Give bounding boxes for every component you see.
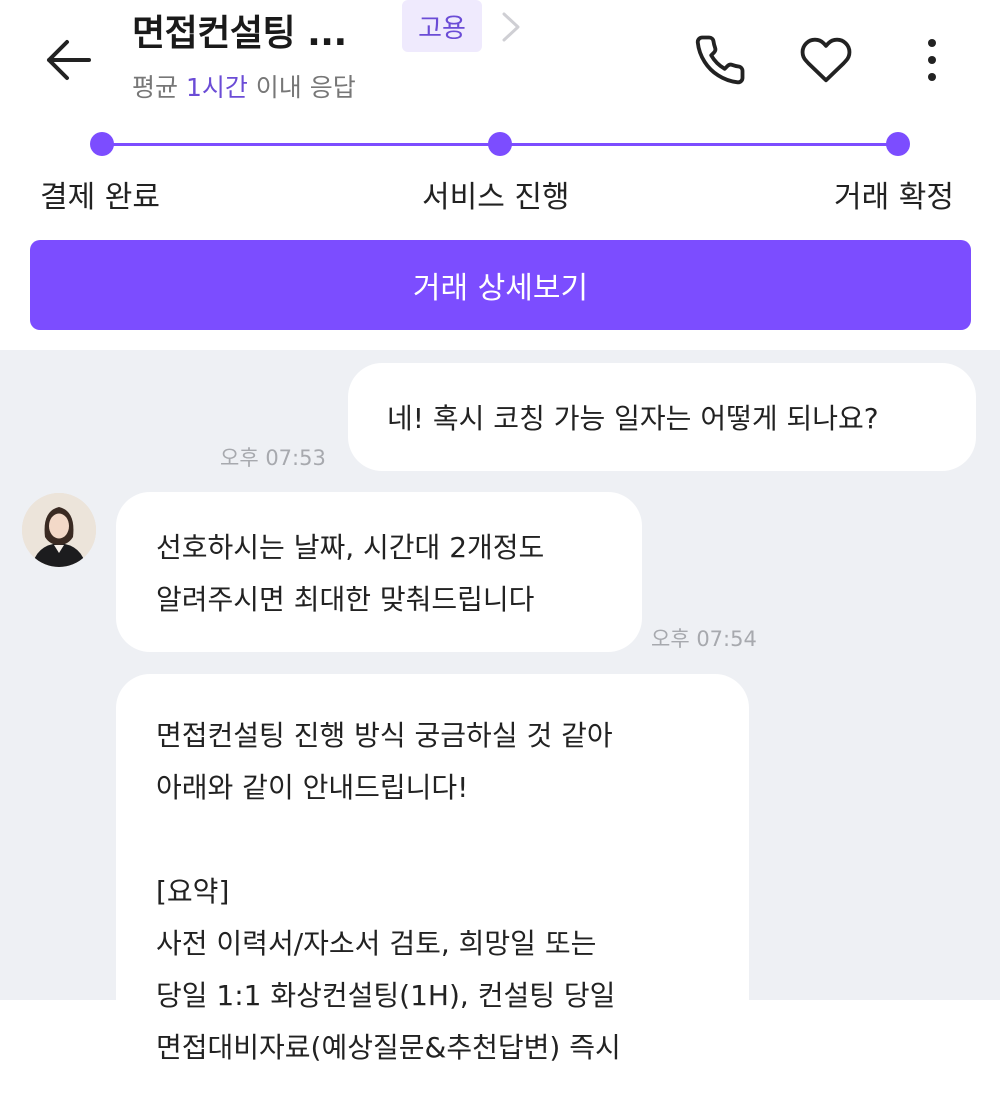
message-time: 오후 07:53 <box>220 446 326 470</box>
response-time-value: 1시간 <box>185 73 248 102</box>
step-label-confirm: 거래 확정 <box>834 180 954 215</box>
progress-dot-confirm <box>886 132 910 156</box>
response-time-prefix: 평균 <box>132 73 186 102</box>
heart-icon <box>800 37 852 83</box>
back-button[interactable] <box>38 30 98 90</box>
deal-detail-button[interactable]: 거래 상세보기 <box>30 240 971 330</box>
more-vertical-icon <box>928 39 936 81</box>
progress-dot-payment <box>90 132 114 156</box>
message-line-blank <box>156 814 749 866</box>
step-label-service: 서비스 진행 <box>422 180 570 215</box>
message-text: 네! 혹시 코칭 가능 일자는 어떻게 되나요? <box>387 402 879 435</box>
status-badge: 고용 <box>402 0 482 52</box>
arrow-left-icon <box>47 40 91 80</box>
message-line: 아래와 같이 안내드립니다! <box>156 771 469 804</box>
message-bubble-sent[interactable]: 네! 혹시 코칭 가능 일자는 어떻게 되나요? <box>348 363 976 471</box>
message-line: 당일 1:1 화상컨설팅(1H), 컨설팅 당일 <box>156 979 616 1012</box>
chevron-right-icon[interactable] <box>498 10 524 44</box>
message-line: 선호하시는 날짜, 시간대 2개정도 <box>156 531 545 564</box>
step-label-payment: 결제 완료 <box>40 180 160 215</box>
phone-icon <box>695 35 745 85</box>
message-line: 면접컨설팅 진행 방식 궁금하실 것 같아 <box>156 719 613 752</box>
message-line: 알려주시면 최대한 맞춰드립니다 <box>156 583 535 616</box>
response-time: 평균 1시간 이내 응답 <box>132 68 356 104</box>
message-line: [요약] <box>156 875 230 908</box>
message-bubble-received[interactable]: 선호하시는 날짜, 시간대 2개정도 알려주시면 최대한 맞춰드립니다 <box>116 492 642 652</box>
chat-header: 면접컨설팅 ... 고용 평균 1시간 이내 응답 결제 완료 서비스 진행 거… <box>0 0 1000 350</box>
more-button[interactable] <box>902 30 962 90</box>
call-button[interactable] <box>690 30 750 90</box>
message-time: 오후 07:54 <box>651 627 757 651</box>
avatar[interactable] <box>22 493 96 567</box>
progress-dot-service <box>488 132 512 156</box>
message-line: 사전 이력서/자소서 검토, 희망일 또는 <box>156 927 597 960</box>
seller-avatar-image <box>22 493 96 567</box>
message-bubble-received[interactable]: 면접컨설팅 진행 방식 궁금하실 것 같아 아래와 같이 안내드립니다! [요약… <box>116 674 749 1094</box>
response-time-suffix: 이내 응답 <box>247 73 356 102</box>
message-line: 면접대비자료(예상질문&추천답변) 즉시 <box>156 1031 621 1064</box>
favorite-button[interactable] <box>796 30 856 90</box>
page-title[interactable]: 면접컨설팅 ... <box>132 4 347 56</box>
